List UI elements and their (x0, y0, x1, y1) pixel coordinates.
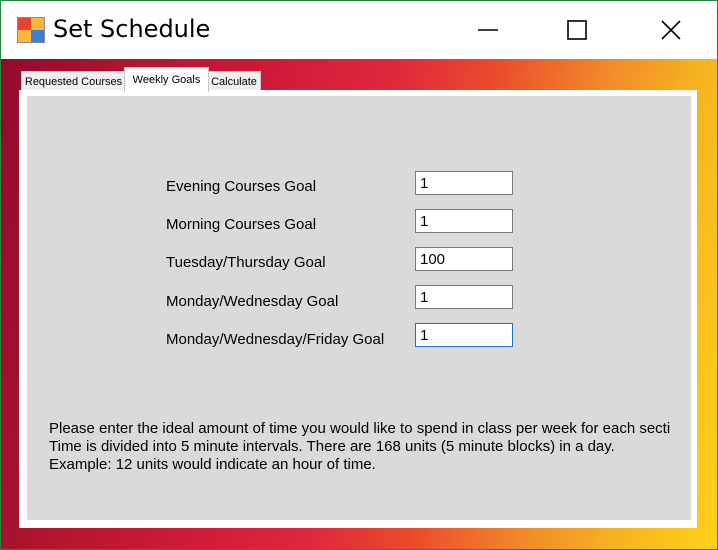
instructions-line: Example: 12 units would indicate an hour… (49, 456, 376, 473)
tab-page-weekly-goals: Evening Courses Goal Morning Courses Goa… (19, 90, 697, 528)
minimize-icon (478, 29, 498, 31)
instructions-line: Time is divided into 5 minute intervals.… (49, 438, 615, 455)
tab-label: Weekly Goals (132, 74, 201, 86)
maximize-button[interactable] (531, 1, 623, 59)
goals-panel: Evening Courses Goal Morning Courses Goa… (27, 96, 691, 520)
tab-weekly-goals[interactable]: Weekly Goals (124, 67, 209, 92)
title-bar[interactable]: Set Schedule (1, 1, 717, 59)
monday-wednesday-goal-input[interactable] (415, 285, 513, 309)
maximize-icon (567, 20, 587, 40)
morning-goal-input[interactable] (415, 209, 513, 233)
monday-wednesday-goal-label: Monday/Wednesday Goal (166, 293, 339, 310)
tab-label: Calculate (211, 76, 257, 88)
instructions-text: Please enter the ideal amount of time yo… (49, 420, 670, 474)
evening-goal-label: Evening Courses Goal (166, 178, 317, 195)
tuesday-thursday-goal-label: Tuesday/Thursday Goal (166, 254, 326, 271)
window-title: Set Schedule (53, 15, 211, 43)
minimize-button[interactable] (442, 1, 534, 59)
instructions-line: Please enter the ideal amount of time yo… (49, 420, 671, 437)
tab-label: Requested Courses (24, 76, 123, 88)
close-icon (661, 20, 681, 40)
tuesday-thursday-goal-input[interactable] (415, 247, 513, 271)
monday-wednesday-friday-goal-input[interactable] (415, 323, 513, 347)
tab-calculate[interactable]: Calculate (207, 71, 261, 92)
close-button[interactable] (625, 1, 717, 59)
monday-wednesday-friday-goal-label: Monday/Wednesday/Friday Goal (166, 331, 385, 348)
app-window: Set Schedule Requested Courses Weekly Go… (0, 0, 718, 550)
app-icon (17, 17, 45, 43)
morning-goal-label: Morning Courses Goal (166, 216, 317, 233)
evening-goal-input[interactable] (415, 171, 513, 195)
tab-requested-courses[interactable]: Requested Courses (21, 71, 126, 92)
